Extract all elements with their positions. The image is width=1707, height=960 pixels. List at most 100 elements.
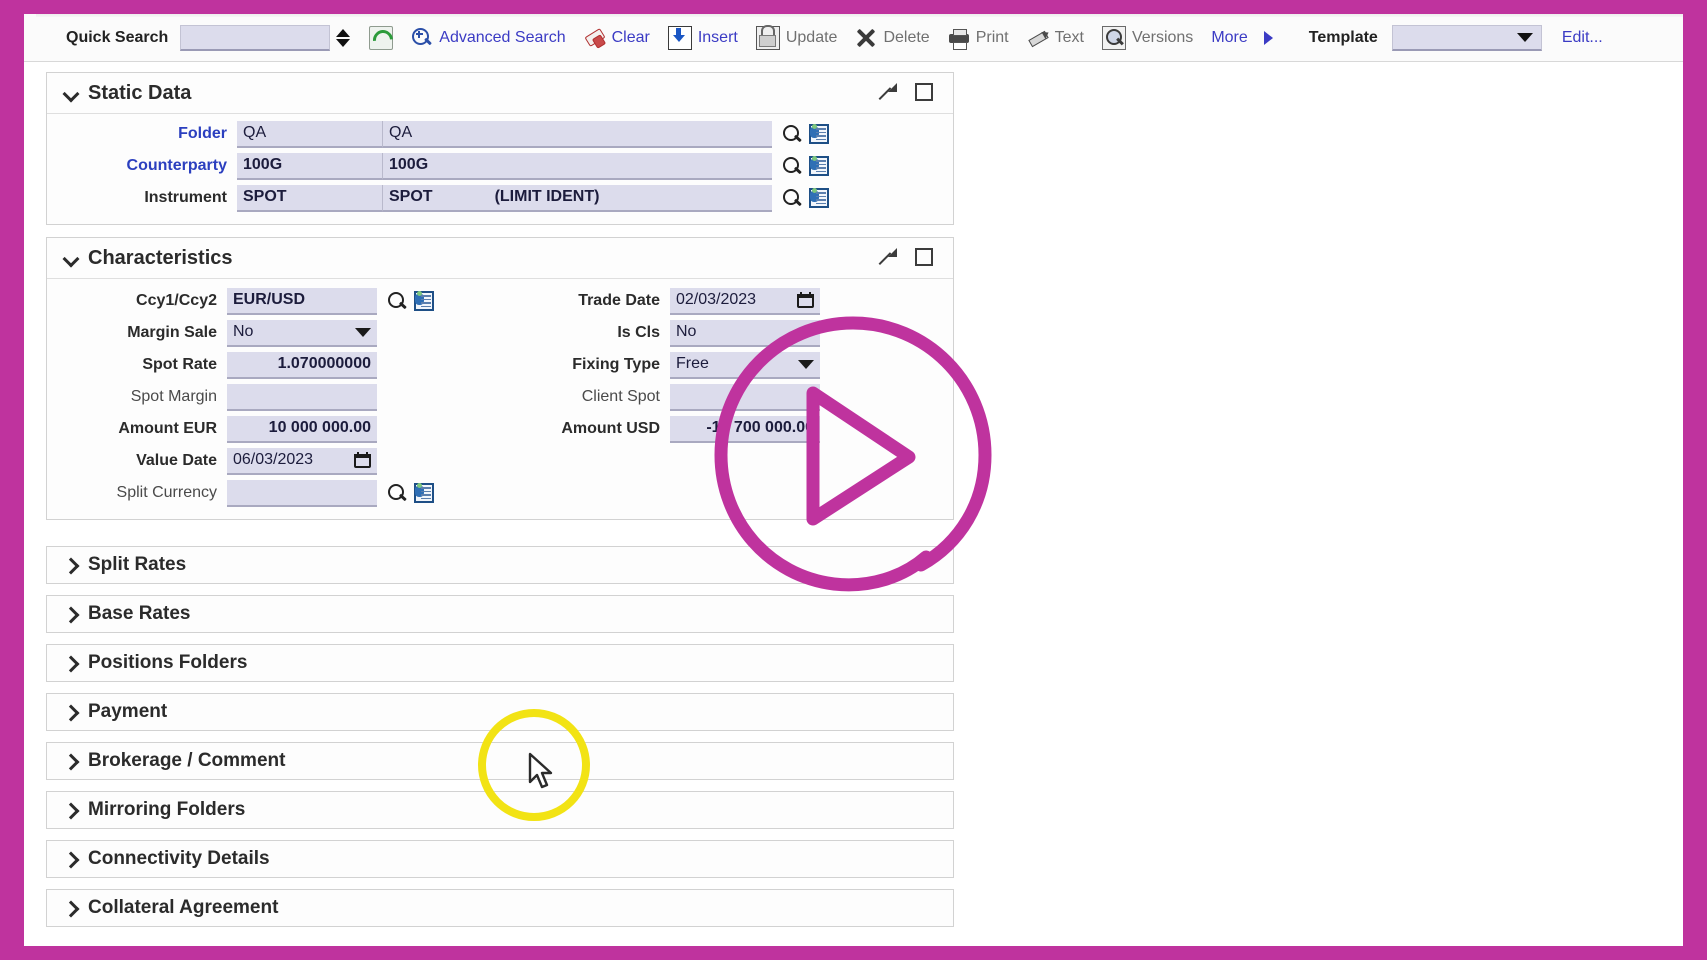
list-form-icon[interactable]	[809, 156, 829, 176]
chevron-right-icon[interactable]	[65, 655, 78, 671]
calendar-icon[interactable]	[797, 292, 814, 308]
list-form-icon[interactable]	[809, 124, 829, 144]
row-ccy1-ccy2: Ccy1/Ccy2 EUR/USD	[47, 285, 434, 317]
row-client-spot: Client Spot	[500, 381, 820, 413]
folder-name-field[interactable]: QA	[382, 120, 772, 148]
client-spot-field[interactable]	[670, 383, 820, 411]
section-collateral-agreement[interactable]: Collateral Agreement	[46, 889, 954, 927]
insert-label: Insert	[697, 28, 738, 46]
versions-magnifier-icon	[1101, 25, 1126, 50]
list-form-icon[interactable]	[414, 291, 434, 311]
quick-search-stepper[interactable]	[333, 24, 353, 52]
split-currency-lookup-tools	[387, 483, 434, 503]
static-row-counterparty: Counterparty 100G 100G	[47, 150, 953, 182]
chevron-right-icon[interactable]	[65, 753, 78, 769]
video-frame: Quick Search Advanced Search Clear Inser…	[0, 0, 1707, 960]
section-mirroring-folders[interactable]: Mirroring Folders	[46, 791, 954, 829]
margin-sale-select[interactable]: No	[227, 319, 377, 347]
static-row-instrument: Instrument SPOT SPOT (LIMIT IDENT)	[47, 182, 953, 214]
folder-lookup-tools	[782, 124, 829, 144]
chevron-down-icon[interactable]	[65, 87, 78, 100]
quick-search-input[interactable]	[180, 24, 331, 51]
section-split-rates[interactable]: Split Rates	[46, 546, 954, 584]
static-row-folder: Folder QA QA	[47, 118, 953, 150]
insert-button[interactable]: Insert	[667, 25, 738, 50]
chevron-right-icon[interactable]	[65, 704, 78, 720]
instrument-code-field[interactable]: SPOT	[237, 184, 382, 212]
chevron-right-icon[interactable]	[65, 557, 78, 573]
list-form-icon[interactable]	[809, 188, 829, 208]
search-icon[interactable]	[387, 483, 407, 503]
amount-usd-field[interactable]: -10 700 000.00	[670, 415, 820, 443]
characteristics-title: Characteristics	[88, 246, 233, 269]
advanced-search-button[interactable]: Advanced Search	[411, 27, 566, 49]
row-spot-margin: Spot Margin	[47, 381, 434, 413]
instrument-name-value: SPOT	[389, 188, 433, 205]
section-positions-folders[interactable]: Positions Folders	[46, 644, 954, 682]
print-button[interactable]: Print	[948, 27, 1009, 50]
counterparty-code-field[interactable]: 100G	[237, 152, 382, 180]
search-icon[interactable]	[782, 188, 802, 208]
chevron-down-icon[interactable]	[65, 252, 78, 265]
template-select[interactable]	[1391, 24, 1542, 51]
fullscreen-icon[interactable]	[915, 83, 933, 101]
eraser-icon	[584, 27, 606, 49]
is-cls-value: No	[676, 323, 697, 340]
spot-margin-field[interactable]	[227, 383, 377, 411]
static-data-body: Folder QA QA Counterparty 100G 100G Inst…	[47, 114, 953, 224]
popout-icon[interactable]	[879, 83, 897, 101]
chevron-right-icon[interactable]	[65, 900, 78, 916]
instrument-name-field[interactable]: SPOT (LIMIT IDENT)	[382, 184, 772, 212]
instrument-lookup-tools	[782, 188, 829, 208]
static-data-header[interactable]: Static Data	[47, 73, 953, 114]
section-title: Collateral Agreement	[88, 897, 279, 918]
stepper-down-icon[interactable]	[336, 38, 351, 47]
client-spot-label: Client Spot	[581, 388, 660, 405]
characteristics-header[interactable]: Characteristics	[47, 238, 953, 279]
spot-rate-field[interactable]: 1.070000000	[227, 351, 377, 379]
popout-icon[interactable]	[879, 248, 897, 266]
trade-date-field[interactable]: 02/03/2023	[670, 287, 820, 315]
chevron-right-icon[interactable]	[65, 802, 78, 818]
update-button[interactable]: Update	[755, 24, 837, 50]
split-currency-field[interactable]	[227, 479, 377, 507]
chevron-right-icon[interactable]	[65, 851, 78, 867]
section-payment[interactable]: Payment	[46, 693, 954, 731]
refresh-icon	[369, 25, 394, 50]
calendar-icon[interactable]	[354, 452, 371, 468]
section-title: Connectivity Details	[88, 848, 270, 869]
value-date-field[interactable]: 06/03/2023	[227, 447, 377, 475]
update-lock-icon	[755, 24, 780, 50]
list-form-icon[interactable]	[414, 483, 434, 503]
quick-search-label: Quick Search	[66, 28, 169, 46]
versions-label: Versions	[1131, 28, 1194, 46]
text-label: Text	[1054, 28, 1084, 46]
fixing-type-select[interactable]: Free	[670, 351, 820, 379]
text-button[interactable]: Text	[1027, 27, 1084, 49]
search-icon[interactable]	[782, 124, 802, 144]
clear-button[interactable]: Clear	[584, 27, 650, 49]
ccy1-ccy2-field[interactable]: EUR/USD	[227, 287, 377, 315]
refresh-button[interactable]	[369, 25, 394, 50]
versions-button[interactable]: Versions	[1101, 25, 1194, 50]
delete-button[interactable]: Delete	[855, 27, 929, 49]
fullscreen-icon[interactable]	[915, 248, 933, 266]
folder-label: Folder	[178, 125, 227, 142]
section-connectivity-details[interactable]: Connectivity Details	[46, 840, 954, 878]
counterparty-name-field[interactable]: 100G	[382, 152, 772, 180]
search-icon[interactable]	[387, 291, 407, 311]
template-edit-link[interactable]: Edit...	[1562, 29, 1603, 47]
chevron-right-icon[interactable]	[65, 606, 78, 622]
section-brokerage-comment[interactable]: Brokerage / Comment	[46, 742, 954, 780]
section-title: Mirroring Folders	[88, 799, 246, 820]
section-title: Positions Folders	[88, 652, 248, 673]
delete-label: Delete	[883, 28, 930, 46]
amount-eur-field[interactable]: 10 000 000.00	[227, 415, 377, 443]
is-cls-label: Is Cls	[617, 324, 660, 341]
section-base-rates[interactable]: Base Rates	[46, 595, 954, 633]
more-button[interactable]: More	[1211, 29, 1273, 47]
stepper-up-icon[interactable]	[336, 28, 351, 37]
is-cls-select[interactable]: No	[670, 319, 820, 347]
folder-code-field[interactable]: QA	[237, 120, 382, 148]
search-icon[interactable]	[782, 156, 802, 176]
